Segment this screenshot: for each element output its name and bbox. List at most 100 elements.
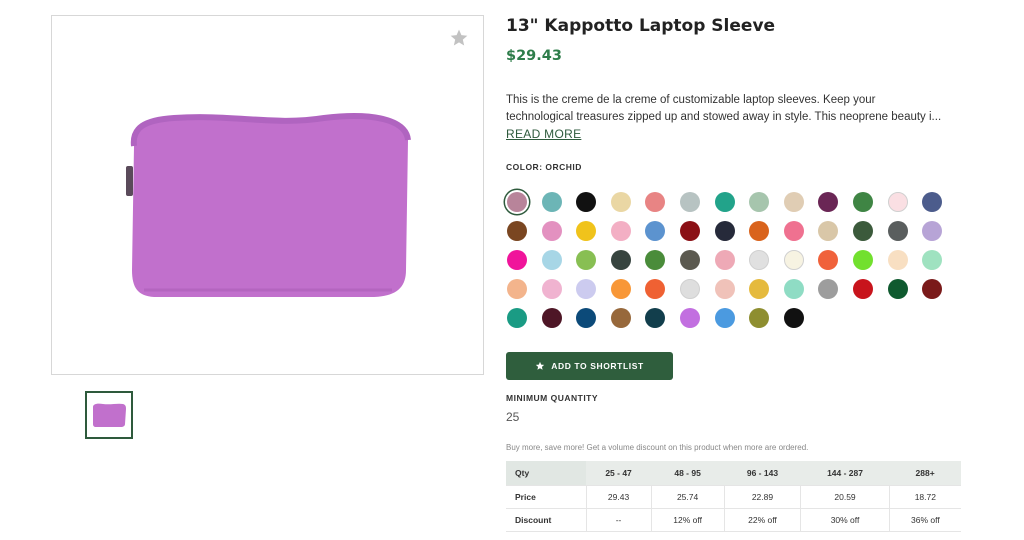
table-cell: 36% off	[888, 508, 961, 532]
table-cell: Price	[506, 485, 586, 509]
table-header-row: Qty 25 - 47 48 - 95 96 - 143 144 - 287 2…	[506, 461, 961, 486]
color-swatch[interactable]	[887, 250, 908, 270]
laptop-sleeve-thumbnail-image	[93, 403, 126, 427]
product-thumbnail[interactable]	[85, 391, 133, 439]
product-price: $29.43	[506, 48, 562, 64]
color-swatch[interactable]	[576, 279, 597, 299]
color-swatch[interactable]	[576, 192, 597, 212]
color-swatch[interactable]	[783, 221, 804, 241]
color-swatch[interactable]	[541, 221, 562, 241]
table-cell: 22% off	[723, 508, 801, 532]
color-swatch[interactable]	[576, 250, 597, 270]
color-swatch[interactable]	[680, 308, 700, 328]
table-header-cell: 288+	[889, 461, 961, 486]
table-cell: 29.43	[585, 485, 652, 509]
color-swatch[interactable]	[887, 221, 908, 241]
color-label: COLOR: ORCHID	[506, 162, 582, 172]
color-swatch[interactable]	[818, 250, 839, 270]
product-main-image	[51, 15, 484, 375]
read-more-link[interactable]: READ MORE	[506, 127, 581, 141]
color-swatch[interactable]	[783, 250, 804, 270]
color-swatch[interactable]	[714, 192, 735, 212]
color-swatch[interactable]	[818, 279, 839, 299]
color-swatch[interactable]	[680, 221, 700, 241]
table-cell: 22.89	[723, 485, 801, 509]
color-swatch[interactable]	[507, 308, 527, 328]
color-swatch[interactable]	[749, 221, 770, 241]
table-cell: 20.59	[800, 485, 890, 509]
color-swatch[interactable]	[645, 308, 666, 328]
add-to-shortlist-label: ADD TO SHORTLIST	[551, 361, 644, 371]
color-swatch[interactable]	[541, 192, 562, 212]
table-header-cell: 96 - 143	[724, 461, 801, 486]
color-swatch[interactable]	[887, 279, 908, 299]
table-cell: 30% off	[800, 508, 890, 532]
color-swatch[interactable]	[783, 308, 804, 328]
color-swatch[interactable]	[887, 192, 908, 212]
color-swatch[interactable]	[749, 250, 770, 270]
price-tier-table: Qty 25 - 47 48 - 95 96 - 143 144 - 287 2…	[506, 461, 961, 532]
color-swatch[interactable]	[922, 250, 943, 270]
description-line: technological treasures zipped up and st…	[506, 111, 942, 123]
product-title: 13" Kappotto Laptop Sleeve	[506, 16, 776, 36]
color-swatch[interactable]	[714, 250, 735, 270]
table-row: Price 29.43 25.74 22.89 20.59 18.72	[506, 485, 961, 509]
star-icon	[536, 361, 545, 370]
color-swatch[interactable]	[818, 221, 839, 241]
color-swatch[interactable]	[645, 192, 666, 212]
table-header-cell: 25 - 47	[586, 461, 652, 486]
color-swatch[interactable]	[853, 221, 873, 241]
color-swatch[interactable]	[576, 221, 597, 241]
color-swatch[interactable]	[541, 250, 562, 270]
color-swatch[interactable]	[610, 308, 631, 328]
color-swatch[interactable]	[853, 279, 873, 299]
color-swatch[interactable]	[610, 192, 631, 212]
color-swatch[interactable]	[749, 279, 770, 299]
color-swatch[interactable]	[714, 279, 735, 299]
color-swatch[interactable]	[507, 279, 527, 299]
color-swatch[interactable]	[818, 192, 839, 212]
favorite-star-icon[interactable]	[449, 28, 469, 48]
volume-discount-note: Buy more, save more! Get a volume discou…	[506, 443, 809, 452]
color-swatch[interactable]	[507, 250, 527, 270]
color-swatch[interactable]	[714, 221, 735, 241]
color-swatch[interactable]	[749, 192, 770, 212]
table-header-cell: 48 - 95	[651, 461, 725, 486]
color-swatch[interactable]	[783, 279, 804, 299]
color-swatch[interactable]	[680, 250, 700, 270]
color-swatch[interactable]	[680, 192, 700, 212]
table-header-cell: Qty	[506, 461, 586, 486]
add-to-shortlist-button[interactable]: ADD TO SHORTLIST	[506, 352, 673, 380]
color-swatch[interactable]	[541, 279, 562, 299]
table-row: Discount -- 12% off 22% off 30% off 36% …	[506, 508, 961, 532]
color-swatch[interactable]	[541, 308, 562, 328]
color-swatch[interactable]	[576, 308, 597, 328]
color-swatch[interactable]	[507, 221, 527, 241]
table-cell: --	[585, 508, 652, 532]
color-swatch[interactable]	[714, 308, 735, 328]
color-swatch[interactable]	[680, 279, 700, 299]
color-swatch[interactable]	[783, 192, 804, 212]
color-swatch[interactable]	[610, 221, 631, 241]
table-header-cell: 144 - 287	[800, 461, 890, 486]
color-swatch[interactable]	[645, 279, 666, 299]
color-swatch[interactable]	[749, 308, 770, 328]
color-swatch[interactable]	[922, 279, 943, 299]
color-swatch[interactable]	[853, 250, 873, 270]
color-swatch[interactable]	[645, 250, 666, 270]
table-cell: 25.74	[650, 485, 725, 509]
color-swatch[interactable]	[507, 192, 527, 212]
description-line: This is the creme de la creme of customi…	[506, 94, 876, 106]
product-description: This is the creme de la creme of customi…	[506, 92, 961, 126]
color-swatch[interactable]	[922, 221, 943, 241]
table-cell: Discount	[506, 508, 586, 532]
color-swatch[interactable]	[610, 279, 631, 299]
table-cell: 18.72	[888, 485, 961, 509]
color-swatch[interactable]	[922, 192, 943, 212]
minimum-quantity-value: 25	[506, 410, 520, 424]
minimum-quantity-label: MINIMUM QUANTITY	[506, 393, 599, 403]
color-swatch[interactable]	[853, 192, 873, 212]
color-swatch[interactable]	[610, 250, 631, 270]
color-swatch[interactable]	[645, 221, 666, 241]
table-cell: 12% off	[650, 508, 725, 532]
